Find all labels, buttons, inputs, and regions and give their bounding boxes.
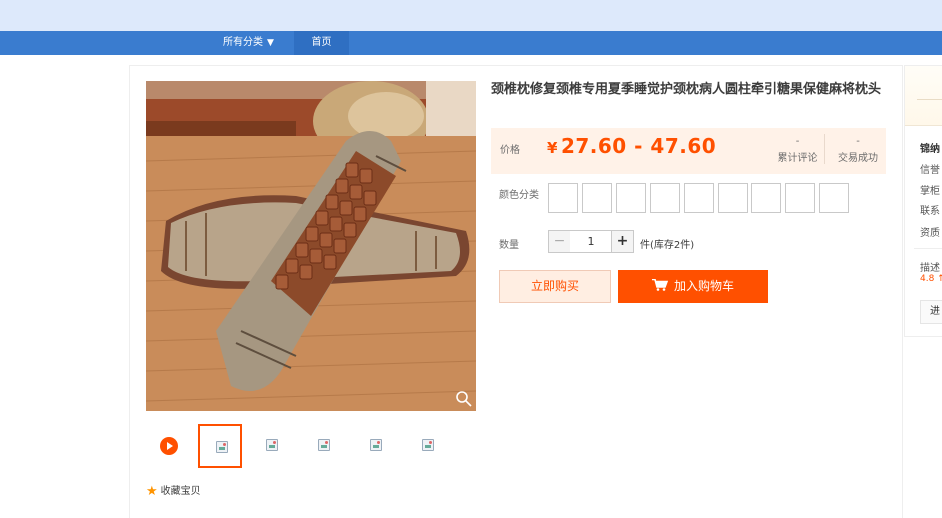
star-icon: ★ [146, 484, 158, 499]
broken-image-icon [266, 439, 278, 451]
shop-keeper-label: 掌柜 [920, 186, 940, 197]
price-value: ¥27.60 - 47.60 [547, 134, 716, 158]
divider [914, 248, 942, 249]
caret-down-icon: ▼ [267, 38, 274, 48]
sales-stat: - 交易成功 [833, 134, 883, 164]
reviews-count: - [795, 136, 800, 147]
thumbnail-1[interactable] [198, 424, 242, 468]
favorite-link[interactable]: ★ 收藏宝贝 [146, 485, 201, 499]
shop-qualification-label: 资质 [920, 228, 940, 239]
top-banner [0, 0, 942, 31]
add-to-cart-label: 加入购物车 [673, 279, 734, 293]
favorite-label: 收藏宝贝 [160, 486, 201, 497]
broken-image-icon [216, 441, 228, 453]
thumbnail-4[interactable] [354, 424, 398, 468]
thumbnail-5[interactable] [406, 424, 450, 468]
broken-image-icon [318, 439, 330, 451]
shop-desc-score: 4.8 ↑ [920, 274, 942, 284]
shop-card [904, 65, 942, 337]
all-categories-label: 所有分类 [223, 37, 263, 48]
color-option[interactable] [548, 183, 578, 213]
enter-shop-button[interactable]: 进 [920, 300, 942, 324]
divider [917, 99, 942, 100]
reviews-label: 累计评论 [777, 153, 818, 164]
broken-image-icon [370, 439, 382, 451]
all-categories-menu[interactable]: 所有分类 ▼ [223, 31, 280, 55]
price-label: 价格 [500, 145, 520, 156]
quantity-label: 数量 [499, 240, 519, 251]
thumbnail-2[interactable] [250, 424, 294, 468]
color-option[interactable] [819, 183, 849, 213]
nav-home-link[interactable]: 首页 [294, 31, 349, 55]
quantity-decrease-button[interactable]: − [548, 230, 571, 253]
color-option[interactable] [650, 183, 680, 213]
nav-bar: 所有分类 ▼ 首页 [0, 31, 942, 55]
reviews-stat[interactable]: - 累计评论 [777, 134, 825, 164]
sales-count: - [856, 136, 860, 147]
price-range: 27.60 - 47.60 [560, 134, 717, 158]
shop-desc-label: 描述 [920, 263, 940, 274]
color-option[interactable] [785, 183, 815, 213]
quantity-increase-button[interactable]: + [611, 230, 634, 253]
color-option[interactable] [582, 183, 612, 213]
play-video-icon[interactable] [160, 437, 178, 455]
currency-symbol: ¥ [547, 139, 558, 157]
color-option[interactable] [616, 183, 646, 213]
shop-name[interactable]: 锦纳 [920, 140, 940, 155]
product-title: 颈椎枕修复颈椎专用夏季睡觉护颈枕病人圆柱牵引糖果保健麻将枕头 [491, 82, 882, 97]
shop-credit-label: 信誉 [920, 165, 940, 176]
color-option[interactable] [718, 183, 748, 213]
stock-text: 件(库存2件) [640, 240, 695, 251]
color-label: 颜色分类 [499, 190, 539, 201]
broken-image-icon [422, 439, 434, 451]
shop-contact-label: 联系 [920, 206, 940, 217]
price-box: 价格 ¥27.60 - 47.60 - 累计评论 - 交易成功 [491, 128, 886, 174]
thumbnail-3[interactable] [302, 424, 346, 468]
add-to-cart-button[interactable]: 加入购物车 [618, 270, 768, 303]
product-main-image[interactable] [146, 81, 476, 411]
shop-card-header [905, 66, 942, 126]
quantity-input[interactable]: 1 [570, 230, 612, 253]
color-option[interactable] [751, 183, 781, 213]
color-option[interactable] [684, 183, 714, 213]
sales-label: 交易成功 [838, 153, 878, 164]
cart-icon [651, 279, 668, 291]
buy-now-button[interactable]: 立即购买 [499, 270, 611, 303]
